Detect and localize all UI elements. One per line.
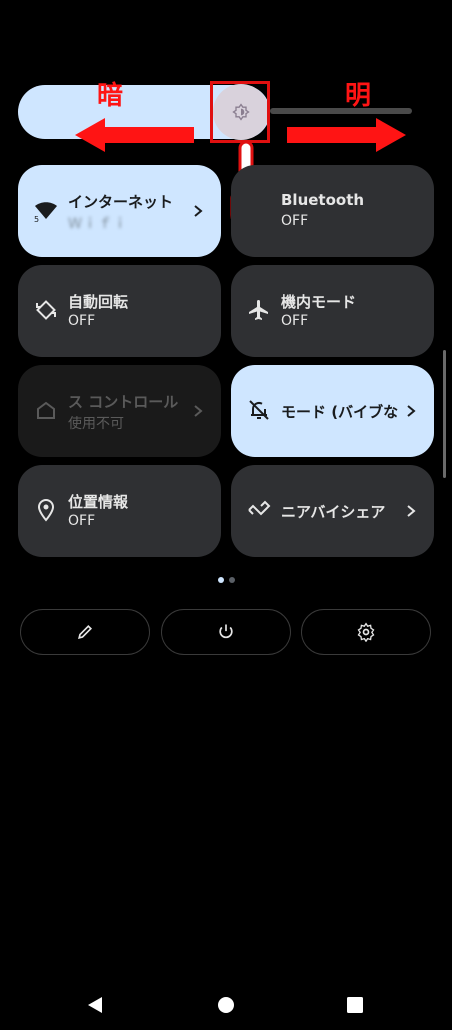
power-button[interactable] [161, 609, 291, 655]
tile-bluetooth-title: Bluetooth [281, 191, 365, 209]
tile-auto-rotate[interactable]: 自動回転 OFF [18, 265, 221, 357]
chevron-right-icon [194, 205, 203, 217]
bell-off-icon [249, 400, 269, 420]
scroll-indicator[interactable] [443, 350, 446, 478]
brightness-track[interactable] [270, 108, 412, 114]
dark-label: 暗 [97, 81, 124, 111]
tile-vibrate-title: モード (バイブな [281, 403, 399, 421]
bright-label: 明 [345, 81, 372, 111]
svg-text:5: 5 [34, 215, 39, 222]
tile-nearby-share-title: ニアバイシェア [281, 503, 386, 521]
pencil-icon [78, 624, 93, 639]
page-dot-active[interactable] [218, 577, 224, 583]
location-icon [37, 498, 55, 522]
thumb-highlight-box [210, 81, 270, 143]
gear-icon [357, 622, 375, 642]
home-nav-icon [218, 997, 234, 1013]
tile-location[interactable]: 位置情報 OFF [18, 465, 221, 557]
tile-home-control-title: ス コントロール [68, 393, 179, 411]
chevron-right-icon [407, 505, 416, 517]
nearby-share-icon [248, 500, 271, 516]
tile-nearby-share[interactable]: ニアバイシェア [231, 465, 434, 557]
rotate-icon [36, 300, 56, 320]
tile-internet-network: Ｗｉｆｉ [68, 216, 128, 232]
back-icon [88, 997, 102, 1013]
power-icon [219, 624, 233, 639]
tile-internet[interactable]: 5 インターネット Ｗｉｆｉ [18, 165, 221, 257]
home-nav-button[interactable] [211, 990, 241, 1020]
left-arrow-icon [75, 118, 194, 152]
page-dot[interactable] [229, 577, 235, 583]
recents-icon [347, 997, 363, 1013]
right-arrow-icon [287, 118, 406, 152]
home-icon [37, 401, 55, 419]
tile-home-control[interactable]: ス コントロール 使用不可 [18, 365, 221, 457]
tile-airplane-status: OFF [281, 313, 309, 329]
tile-auto-rotate-status: OFF [68, 313, 96, 329]
tile-bluetooth[interactable]: Bluetooth OFF [231, 165, 434, 257]
tile-bluetooth-status: OFF [281, 213, 309, 229]
tile-airplane-title: 機内モード [281, 293, 357, 311]
airplane-icon [249, 300, 268, 320]
tile-location-title: 位置情報 [68, 493, 129, 511]
tile-airplane-mode[interactable]: 機内モード OFF [231, 265, 434, 357]
tile-location-status: OFF [68, 513, 96, 529]
back-button[interactable] [80, 990, 110, 1020]
tile-auto-rotate-title: 自動回転 [68, 293, 129, 311]
wifi-icon: 5 [34, 202, 57, 222]
edit-button[interactable] [20, 609, 150, 655]
chevron-right-icon [194, 405, 203, 417]
tile-internet-title: インターネット [68, 193, 174, 211]
settings-button[interactable] [301, 609, 431, 655]
recents-button[interactable] [340, 990, 370, 1020]
chevron-right-icon [407, 405, 416, 417]
tile-vibrate-mode[interactable]: モード (バイブな [231, 365, 434, 457]
tile-home-control-status: 使用不可 [68, 416, 124, 432]
